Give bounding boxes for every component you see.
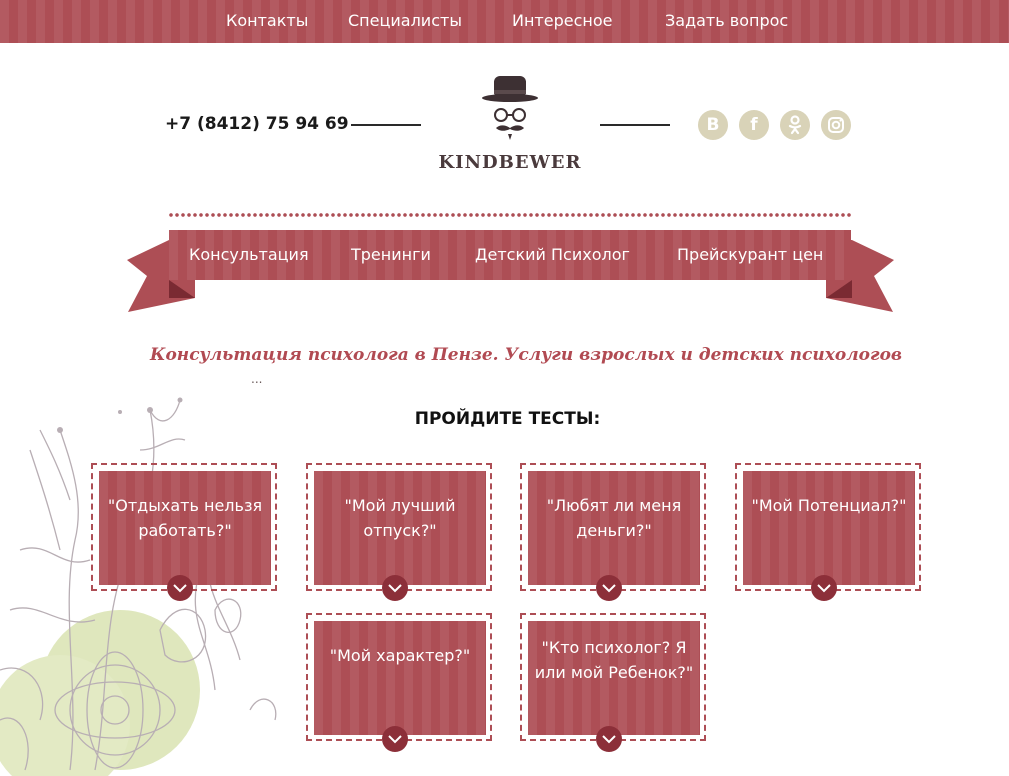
divider-left (351, 124, 421, 126)
test-card-body[interactable]: "Мой лучший отпуск?" (314, 471, 486, 585)
tests-title: ПРОЙДИТЕ ТЕСТЫ: (414, 409, 601, 429)
test-card-label: "Любят ли меня деньги?" (546, 496, 682, 540)
ribbon-nav-trainings[interactable]: Тренинги (351, 230, 431, 280)
odnoklassniki-icon[interactable] (780, 110, 810, 140)
test-card-rest[interactable]: "Отдыхать нельзя работать?" (91, 463, 277, 591)
chevron-down-icon[interactable] (167, 575, 193, 601)
test-card-label: "Кто психолог? Я или мой Ребенок?" (534, 638, 694, 682)
test-card-body[interactable]: "Отдыхать нельзя работать?" (99, 471, 271, 585)
test-card-character[interactable]: "Мой характер?" (306, 613, 492, 741)
chevron-down-icon[interactable] (596, 575, 622, 601)
top-nav-interesting[interactable]: Интересное (512, 0, 612, 43)
brand-name: KINDBEWER (438, 152, 582, 173)
ribbon-nav-consultation[interactable]: Консультация (189, 230, 309, 280)
test-card-vacation[interactable]: "Мой лучший отпуск?" (306, 463, 492, 591)
ribbon-nav-child-psychologist[interactable]: Детский Психолог (475, 230, 630, 280)
ribbon-nav-price-list[interactable]: Прейскурант цен (677, 230, 823, 280)
heading-ellipsis: ... (251, 372, 263, 386)
divider-right (600, 124, 670, 126)
test-card-label: "Мой характер?" (329, 646, 471, 665)
test-card-body[interactable]: "Мой характер?" (314, 621, 486, 735)
instagram-icon[interactable] (821, 110, 851, 140)
chevron-down-icon[interactable] (596, 726, 622, 752)
facebook-icon[interactable]: f (739, 110, 769, 140)
test-card-who-psychologist[interactable]: "Кто психолог? Я или мой Ребенок?" (520, 613, 706, 741)
test-card-body[interactable]: "Кто психолог? Я или мой Ребенок?" (528, 621, 700, 735)
top-nav-ask-question[interactable]: Задать вопрос (665, 0, 788, 43)
test-card-money[interactable]: "Любят ли меня деньги?" (520, 463, 706, 591)
test-card-potential[interactable]: "Мой Потенциал?" (735, 463, 921, 591)
top-nav-specialists[interactable]: Специалисты (348, 0, 462, 43)
dotted-divider (168, 213, 851, 217)
vk-icon[interactable]: B (698, 110, 728, 140)
chevron-down-icon[interactable] (811, 575, 837, 601)
chevron-down-icon[interactable] (382, 575, 408, 601)
page-heading: Консультация психолога в Пензе. Услуги в… (150, 345, 903, 365)
logo-gentleman-icon[interactable] (470, 70, 550, 145)
chevron-down-icon[interactable] (382, 726, 408, 752)
test-card-body[interactable]: "Любят ли меня деньги?" (528, 471, 700, 585)
top-navigation: Контакты Специалисты Интересное Задать в… (0, 0, 1009, 43)
top-nav-contacts[interactable]: Контакты (226, 0, 308, 43)
test-card-label: "Мой лучший отпуск?" (344, 496, 456, 540)
test-card-body[interactable]: "Мой Потенциал?" (743, 471, 915, 585)
phone-number[interactable]: +7 (8412) 75 94 69 (165, 114, 349, 134)
test-card-label: "Мой Потенциал?" (751, 496, 907, 515)
test-card-label: "Отдыхать нельзя работать?" (107, 496, 263, 540)
ribbon-navigation: Консультация Тренинги Детский Психолог П… (169, 230, 851, 280)
